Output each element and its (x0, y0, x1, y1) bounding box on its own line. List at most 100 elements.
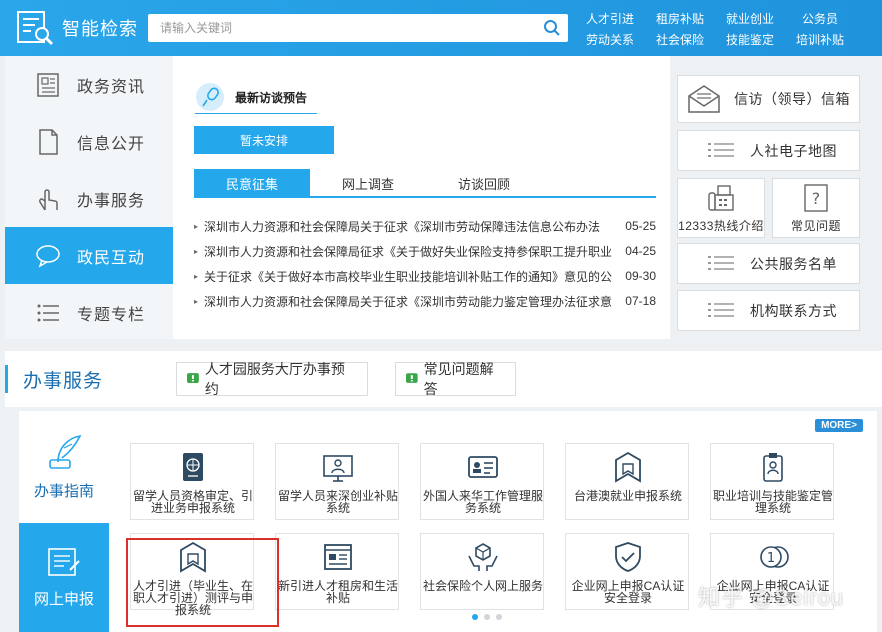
sidebar-item-label: 政务资讯 (77, 78, 146, 96)
tab-online-apply[interactable]: 网上申报 (19, 523, 109, 632)
card-label: 留学人员资格审定、引进业务申报系统 (133, 489, 254, 515)
tile-label: 机构联系方式 (750, 302, 837, 319)
card-label: 留学人员来深创业补贴系统 (278, 489, 399, 515)
search-document-icon[interactable] (16, 10, 56, 46)
card-new-talent-rent-subsidy[interactable]: 新引进人才租房和生活补贴 (275, 533, 399, 610)
bullet-icon: ▸ (194, 246, 199, 256)
hand-pointer-icon (38, 188, 58, 210)
tab-opinion-collection[interactable]: 民意征集 (194, 169, 310, 197)
sidebar-item-services[interactable]: 办事服务 (5, 170, 173, 227)
news-date: 09-30 (625, 269, 656, 283)
bullet-icon: ▸ (194, 296, 199, 306)
svg-text:?: ? (812, 189, 821, 208)
list-item[interactable]: ▸ 关于征求《关于做好本市高校毕业生职业技能培训补贴工作的通知》意见的公 09-… (194, 268, 656, 284)
interaction-panel: 最新访谈预告 暂未安排 民意征集 网上调查 访谈回顾 ▸ 深圳市人力资源和社会保… (173, 56, 670, 339)
card-overseas-qualification[interactable]: 留学人员资格审定、引进业务申报系统 (130, 443, 254, 520)
card-overseas-startup-subsidy[interactable]: 留学人员来深创业补贴系统 (275, 443, 399, 520)
map-tile[interactable]: 人社电子地图 (677, 130, 860, 171)
document-icon (39, 128, 58, 155)
sidebar-item-disclosure[interactable]: 信息公开 (5, 113, 173, 170)
sidebar-item-news[interactable]: 政务资讯 (5, 56, 173, 113)
service-header: 办事服务 人才园服务大厅办事预约 常见问题解答 (5, 351, 882, 407)
news-title: 深圳市人力资源和社会保障局关于征求《深圳市劳动保障违法信息公布办法 (204, 219, 601, 234)
card-enterprise-ca-login-2[interactable]: 1 企业网上申报CA认证安全登录 (710, 533, 834, 610)
tile-label: 12333热线介绍 (678, 218, 764, 233)
search-box (148, 14, 568, 42)
pager-dot[interactable] (484, 614, 490, 620)
header-bar: 智能检索 人才引进 租房补贴 就业创业 公务员 劳动关系 社会保险 技能鉴定 培… (0, 0, 882, 56)
question-mark-icon: ? (804, 183, 828, 212)
bullet-icon: ▸ (194, 271, 199, 281)
faq-answers-link[interactable]: 常见问题解答 (395, 361, 516, 397)
list-icon (708, 255, 734, 270)
news-date: 05-25 (625, 219, 656, 233)
card-vocational-training[interactable]: 职业培训与技能鉴定管理系统 (710, 443, 834, 520)
news-title: 深圳市人力资源和社会保障局征求《关于做好失业保险支持参保职工提升职业 (204, 244, 613, 259)
card-hk-macao-taiwan[interactable]: 台港澳就业申报系统 (565, 443, 689, 520)
pending-schedule-button[interactable]: 暂未安排 (194, 126, 334, 154)
card-talent-introduction-assessment[interactable]: 人才引进（毕业生、在职人才引进）测评与申报系统 (130, 533, 254, 616)
tab-service-guide[interactable]: 办事指南 (19, 411, 109, 523)
newspaper-icon (37, 72, 59, 97)
services-list-tile[interactable]: 公共服务名单 (677, 243, 860, 284)
search-input[interactable] (148, 14, 538, 42)
tile-label: 常见问题 (790, 218, 841, 233)
card-label: 企业网上申报CA认证安全登录 (716, 579, 830, 605)
nav-talent-introduction[interactable]: 人才引进 (586, 10, 634, 27)
contacts-tile[interactable]: 机构联系方式 (677, 290, 860, 331)
nav-training-subsidy[interactable]: 培训补贴 (796, 31, 844, 48)
card-label: 职业培训与技能鉴定管理系统 (713, 489, 834, 515)
nav-employment[interactable]: 就业创业 (726, 10, 774, 27)
id-card-icon (468, 456, 498, 478)
svg-text:1: 1 (767, 551, 775, 566)
nav-civil-servant[interactable]: 公务员 (802, 10, 838, 27)
microphone-icon (196, 83, 224, 111)
tile-label: 人社电子地图 (750, 142, 837, 159)
monitor-person-icon (323, 455, 353, 482)
card-label: 社会保险个人网上服务 (423, 579, 544, 593)
list-item[interactable]: ▸ 深圳市人力资源和社会保障局征求《关于做好失业保险支持参保职工提升职业 04-… (194, 243, 656, 259)
tab-online-survey[interactable]: 网上调查 (310, 169, 426, 197)
faq-tile[interactable]: ? 常见问题 (772, 178, 860, 238)
mailbox-tile[interactable]: 信访（领导）信箱 (677, 75, 860, 123)
nav-skill-appraisal[interactable]: 技能鉴定 (726, 31, 774, 48)
sidebar-item-interaction[interactable]: 政民互动 (5, 227, 173, 284)
bookmark-icon (615, 451, 641, 483)
news-title: 关于征求《关于做好本市高校毕业生职业技能培训补贴工作的通知》意见的公 (204, 269, 613, 284)
sidebar-item-topics[interactable]: 专题专栏 (5, 284, 173, 341)
hands-box-icon (468, 543, 498, 571)
web-page-icon (324, 544, 352, 570)
nav-social-insurance[interactable]: 社会保险 (656, 31, 704, 48)
tab-interview-review[interactable]: 访谈回顾 (426, 169, 542, 197)
nav-labor-relations[interactable]: 劳动关系 (586, 31, 634, 48)
list-icon (708, 142, 734, 157)
chat-green-icon (406, 373, 418, 383)
interaction-tabs: 民意征集 网上调查 访谈回顾 (194, 169, 656, 198)
more-button[interactable]: MORE> (815, 419, 863, 432)
card-label: 新引进人才租房和生活补贴 (278, 579, 399, 605)
list-icon (708, 302, 734, 317)
card-label: 人才引进（毕业生、在职人才引进）测评与申报系统 (133, 579, 254, 617)
news-date: 07-18 (625, 294, 656, 308)
card-foreigner-work[interactable]: 外国人来华工作管理服务系统 (420, 443, 544, 520)
card-label: 外国人来华工作管理服务系统 (423, 489, 544, 515)
card-social-insurance-online[interactable]: 社会保险个人网上服务 (420, 533, 544, 610)
nav-rent-subsidy[interactable]: 租房补贴 (656, 10, 704, 27)
appointment-link[interactable]: 人才园服务大厅办事预约 (176, 361, 368, 397)
tile-label: 公共服务名单 (750, 255, 837, 272)
sidebar-item-label: 办事服务 (77, 192, 146, 210)
shield-check-icon (615, 542, 641, 572)
pager-dot[interactable] (496, 614, 502, 620)
list-item[interactable]: ▸ 深圳市人力资源和社会保障局关于征求《深圳市劳动能力鉴定管理办法征求意 07-… (194, 293, 656, 309)
card-label: 台港澳就业申报系统 (573, 489, 682, 503)
search-icon[interactable] (542, 18, 562, 38)
hotline-tile[interactable]: 12333热线介绍 (677, 178, 765, 238)
pager-dot[interactable] (472, 614, 478, 620)
sidebar-item-label: 政民互动 (77, 249, 146, 267)
list-item[interactable]: ▸ 深圳市人力资源和社会保障局关于征求《深圳市劳动保障违法信息公布办法 05-2… (194, 218, 656, 234)
envelope-icon (688, 85, 720, 113)
card-enterprise-ca-login[interactable]: 企业网上申报CA认证安全登录 (565, 533, 689, 610)
passport-icon (183, 453, 203, 481)
heading-underline (195, 113, 317, 114)
fax-phone-icon (708, 184, 734, 211)
